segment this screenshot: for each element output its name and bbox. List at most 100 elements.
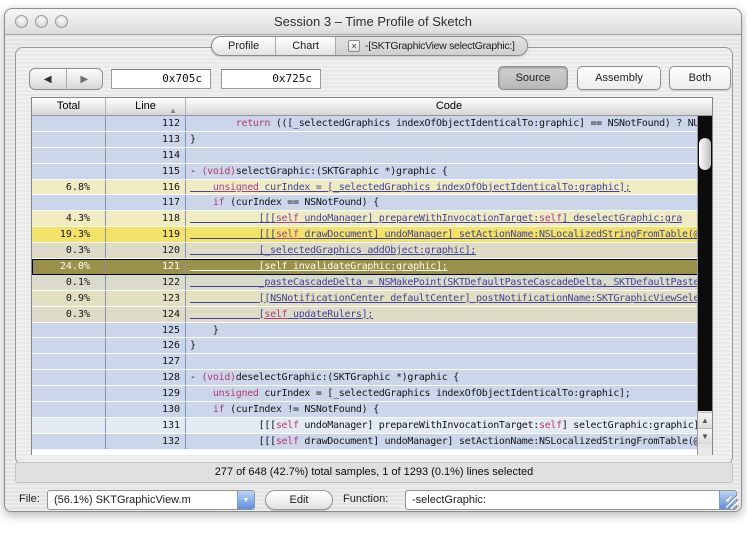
table-row[interactable]: 6.8% 116 unsigned curIndex = [_selectedGr… bbox=[32, 179, 699, 196]
code-cell: unsigned curIndex = [_selectedGraphics i… bbox=[212, 181, 631, 193]
scroll-down-icon[interactable]: ▼ bbox=[698, 428, 712, 444]
back-button[interactable]: ◀ bbox=[30, 69, 67, 89]
total-percent-cell: 0.1% bbox=[32, 274, 106, 290]
line-number-cell: 126 bbox=[106, 338, 186, 354]
code-cell: - (void)selectGraphic:(SKTGraphic *)grap… bbox=[190, 165, 448, 177]
code-profile-table: Total Line ▲ Code 112 return (([_selected… bbox=[31, 97, 713, 455]
table-row[interactable]: 19.3% 119 [[[self drawDocument] undoManag… bbox=[32, 227, 699, 244]
line-number-cell: 113 bbox=[106, 131, 186, 147]
total-percent-cell: 24.0% bbox=[32, 259, 106, 274]
line-number-cell: 127 bbox=[106, 354, 186, 370]
app-window: Session 3 – Time Profile of Sketch Profi… bbox=[4, 8, 742, 512]
source-view-button[interactable]: Source bbox=[498, 66, 568, 90]
both-view-button[interactable]: Both bbox=[669, 66, 731, 90]
file-label: File: bbox=[19, 493, 40, 505]
line-number-cell: 125 bbox=[106, 322, 186, 338]
file-dropdown[interactable]: (56.1%) SKTGraphicView.m ▼ bbox=[47, 490, 255, 510]
table-row[interactable]: 117 if (curIndex == NSNotFound) { bbox=[32, 195, 699, 212]
total-percent-cell bbox=[32, 163, 106, 179]
line-number-cell: 130 bbox=[106, 402, 186, 417]
tab-chart[interactable]: Chart bbox=[276, 37, 337, 55]
code-cell: [[[self undoManager] prepareWithInvocati… bbox=[190, 419, 699, 431]
total-percent-cell bbox=[32, 338, 106, 354]
total-percent-cell bbox=[32, 370, 106, 386]
history-nav: ◀ ▶ bbox=[29, 68, 103, 90]
total-percent-cell: 0.3% bbox=[32, 243, 106, 259]
table-row[interactable]: 115 - (void)selectGraphic:(SKTGraphic *)g… bbox=[32, 163, 699, 180]
table-row[interactable]: 114 bbox=[32, 147, 699, 164]
line-number-cell: 122 bbox=[106, 274, 186, 290]
active-tab-label: -[SKTGraphicView selectGraphic:] bbox=[365, 40, 515, 52]
table-row[interactable]: 127 bbox=[32, 354, 699, 371]
code-cell: _pasteCascadeDelta = NSMakePoint(SKTDefa… bbox=[190, 276, 699, 288]
code-cell: [self updateRulers]; bbox=[190, 308, 374, 320]
column-header-line[interactable]: Line ▲ bbox=[106, 98, 186, 115]
code-cell: } bbox=[190, 340, 196, 352]
code-table-body: 112 return (([_selectedGraphics indexOfO… bbox=[32, 116, 699, 455]
code-cell: [[NSNotificationCenter defaultCenter] po… bbox=[190, 292, 699, 304]
code-cell: if (curIndex != NSNotFound) { bbox=[212, 404, 379, 416]
code-cell: return (([_selectedGraphics indexOfObjec… bbox=[235, 118, 699, 129]
assembly-view-button[interactable]: Assembly bbox=[577, 66, 661, 90]
tab-active-function[interactable]: × -[SKTGraphicView selectGraphic:] bbox=[336, 37, 527, 55]
file-dropdown-arrow-icon[interactable]: ▼ bbox=[237, 491, 254, 509]
column-header-code[interactable]: Code bbox=[186, 98, 712, 115]
vertical-scrollbar[interactable]: ▲ ▼ bbox=[697, 116, 712, 455]
table-row[interactable]: 0.3% 120 [_selectedGraphics addObject:gra… bbox=[32, 243, 699, 260]
scrollbar-track[interactable] bbox=[698, 116, 712, 411]
table-row[interactable]: 24.0% 121 [self invalidateGraphic:graphic… bbox=[32, 259, 699, 275]
edit-button[interactable]: Edit bbox=[265, 490, 333, 510]
table-row[interactable]: 113} bbox=[32, 131, 699, 148]
table-row[interactable]: 125 } bbox=[32, 322, 699, 339]
line-number-cell: 128 bbox=[106, 370, 186, 386]
tab-strip: Profile Chart × -[SKTGraphicView selectG… bbox=[211, 36, 528, 56]
line-number-cell: 132 bbox=[106, 433, 186, 449]
code-cell: [[[self drawDocument] undoManager] setAc… bbox=[190, 229, 699, 241]
total-percent-cell bbox=[32, 116, 106, 131]
line-number-cell: 119 bbox=[106, 227, 186, 243]
tab-profile[interactable]: Profile bbox=[212, 37, 277, 55]
line-number-cell: 117 bbox=[106, 195, 186, 211]
column-header-total[interactable]: Total bbox=[32, 98, 106, 115]
table-row[interactable]: 0.1% 122 _pasteCascadeDelta = NSMakePoint… bbox=[32, 274, 699, 291]
back-arrow-icon: ◀ bbox=[43, 73, 52, 85]
table-row[interactable]: 126} bbox=[32, 338, 699, 355]
table-row[interactable]: 128 - (void)deselectGraphic:(SKTGraphic *… bbox=[32, 370, 699, 387]
code-cell: [_selectedGraphics addObject:graphic]; bbox=[190, 245, 477, 257]
total-percent-cell: 19.3% bbox=[32, 227, 106, 243]
scroll-up-icon[interactable]: ▲ bbox=[698, 412, 712, 428]
code-cell bbox=[186, 354, 699, 369]
line-number-cell: 129 bbox=[106, 386, 186, 402]
code-cell: unsigned curIndex = [_selectedGraphics i… bbox=[212, 388, 631, 400]
code-cell: [[[self drawDocument] undoManager] setAc… bbox=[190, 435, 699, 447]
line-number-cell: 115 bbox=[106, 163, 186, 179]
file-dropdown-value: (56.1%) SKTGraphicView.m bbox=[54, 494, 191, 506]
forward-button[interactable]: ▶ bbox=[67, 69, 103, 89]
scrollbar-thumb[interactable] bbox=[699, 138, 711, 170]
title-bar[interactable]: Session 3 – Time Profile of Sketch bbox=[5, 9, 741, 35]
total-percent-cell bbox=[32, 402, 106, 417]
address-end-field[interactable]: 0x725c bbox=[221, 69, 321, 89]
code-cell: [self invalidateGraphic:graphic]; bbox=[190, 261, 448, 273]
table-row[interactable]: 0.9% 123 [[NSNotificationCenter defaultCe… bbox=[32, 290, 699, 307]
table-row[interactable]: 4.3% 118 [[[self undoManager] prepareWith… bbox=[32, 211, 699, 228]
table-row[interactable]: 112 return (([_selectedGraphics indexOfO… bbox=[32, 116, 699, 132]
table-row[interactable]: 131 [[[self undoManager] prepareWithInvo… bbox=[32, 417, 699, 434]
address-start-field[interactable]: 0x705c bbox=[111, 69, 211, 89]
line-number-cell: 120 bbox=[106, 243, 186, 259]
close-tab-icon[interactable]: × bbox=[348, 40, 361, 52]
total-percent-cell bbox=[32, 354, 106, 370]
total-percent-cell: 4.3% bbox=[32, 211, 106, 227]
line-number-cell: 131 bbox=[106, 417, 186, 433]
table-row[interactable]: 0.3% 124 [self updateRulers]; bbox=[32, 306, 699, 323]
resize-grip[interactable] bbox=[726, 496, 739, 509]
table-row[interactable]: 132 [[[self drawDocument] undoManager] s… bbox=[32, 433, 699, 450]
total-percent-cell bbox=[32, 417, 106, 433]
scrollbar-arrows: ▲ ▼ bbox=[698, 412, 712, 444]
code-cell bbox=[186, 148, 699, 163]
function-dropdown[interactable]: -selectGraphic: ▼ bbox=[405, 490, 737, 510]
line-number-cell: 118 bbox=[106, 211, 186, 227]
line-number-cell: 114 bbox=[106, 147, 186, 163]
table-row[interactable]: 129 unsigned curIndex = [_selectedGraphi… bbox=[32, 386, 699, 403]
table-row[interactable]: 130 if (curIndex != NSNotFound) { bbox=[32, 402, 699, 418]
